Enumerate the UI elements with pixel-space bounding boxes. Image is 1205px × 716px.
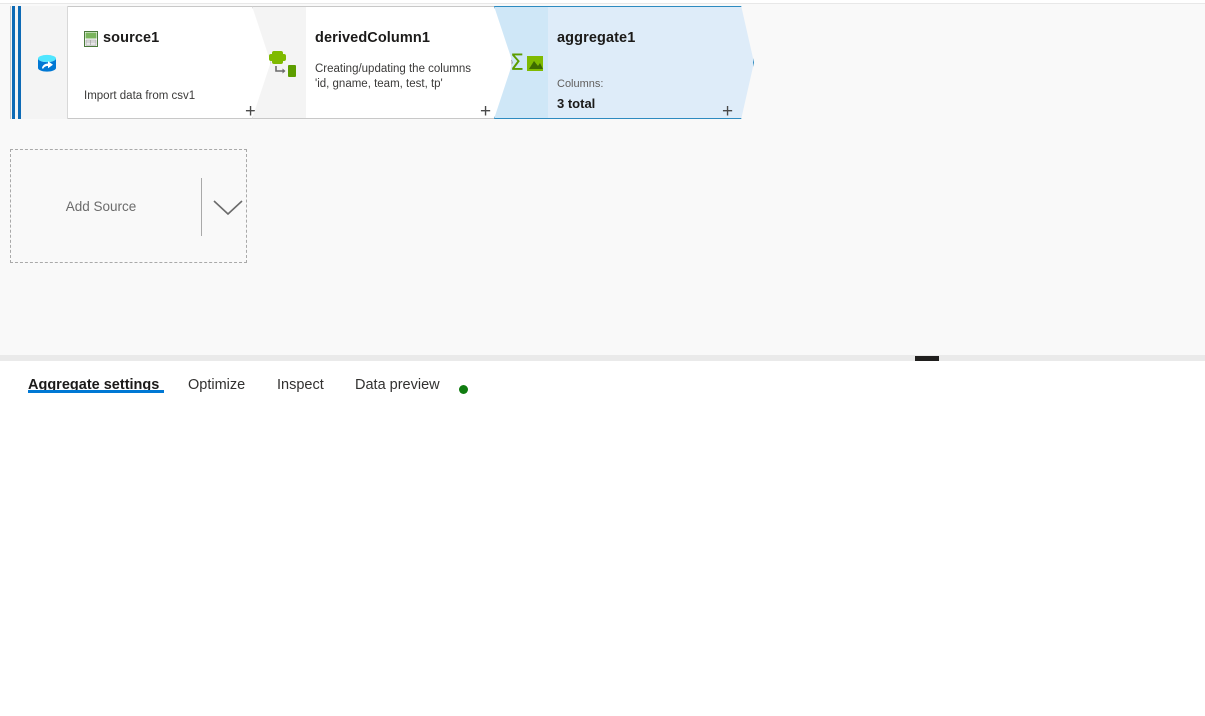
settings-scroll-content: Description Reset Incoming stream * deri… xyxy=(0,361,1205,716)
aggregate1-columns-total: 3 total xyxy=(557,96,596,111)
azure-source-database-icon xyxy=(38,54,56,72)
csv-file-icon xyxy=(84,31,98,47)
add-source-button[interactable]: Add Source xyxy=(10,149,247,263)
chevron-down-icon[interactable] xyxy=(211,196,245,218)
add-source-divider xyxy=(201,178,202,236)
flow-node-aggregate1[interactable]: Σ aggregate1 Columns: 3 total + xyxy=(494,6,754,121)
settings-panel: Description Reset Incoming stream * deri… xyxy=(0,361,1205,716)
add-source-label: Add Source xyxy=(65,199,137,214)
tab-optimize[interactable]: Optimize xyxy=(188,377,245,400)
derivedcolumn1-add-button[interactable]: + xyxy=(480,102,491,121)
aggregate1-columns-label: Columns: xyxy=(557,78,604,90)
tab-aggregate-settings[interactable]: Aggregate settings xyxy=(28,377,159,400)
source1-title: source1 xyxy=(103,30,160,46)
derivedcolumn1-subtitle: Creating/updating the columns 'id, gname… xyxy=(315,63,471,90)
tab-data-preview[interactable]: Data preview xyxy=(355,377,440,400)
source1-subtitle: Import data from csv1 xyxy=(84,90,196,102)
data-flow-canvas[interactable]: source1 Import data from csv1 + derivedC… xyxy=(0,0,1205,360)
flow-node-source1[interactable]: source1 Import data from csv1 + xyxy=(10,6,271,121)
data-preview-status-dot xyxy=(459,385,468,394)
active-tab-underline xyxy=(28,390,164,393)
flow-node-derivedcolumn1[interactable]: derivedColumn1 Creating/updating the col… xyxy=(252,6,512,121)
derivedcolumn1-title: derivedColumn1 xyxy=(315,30,431,46)
aggregate-sigma-icon: Σ xyxy=(510,51,543,76)
tab-inspect[interactable]: Inspect xyxy=(277,377,324,400)
source1-status-bars xyxy=(12,6,24,119)
svg-text:Σ: Σ xyxy=(510,51,524,76)
derived-column-icon xyxy=(269,51,296,77)
settings-tabbar: Aggregate settings Optimize Inspect Data… xyxy=(0,377,1205,408)
canvas-top-strip xyxy=(0,0,1205,4)
aggregate1-add-button[interactable]: + xyxy=(722,102,733,121)
aggregate1-title: aggregate1 xyxy=(557,30,636,46)
